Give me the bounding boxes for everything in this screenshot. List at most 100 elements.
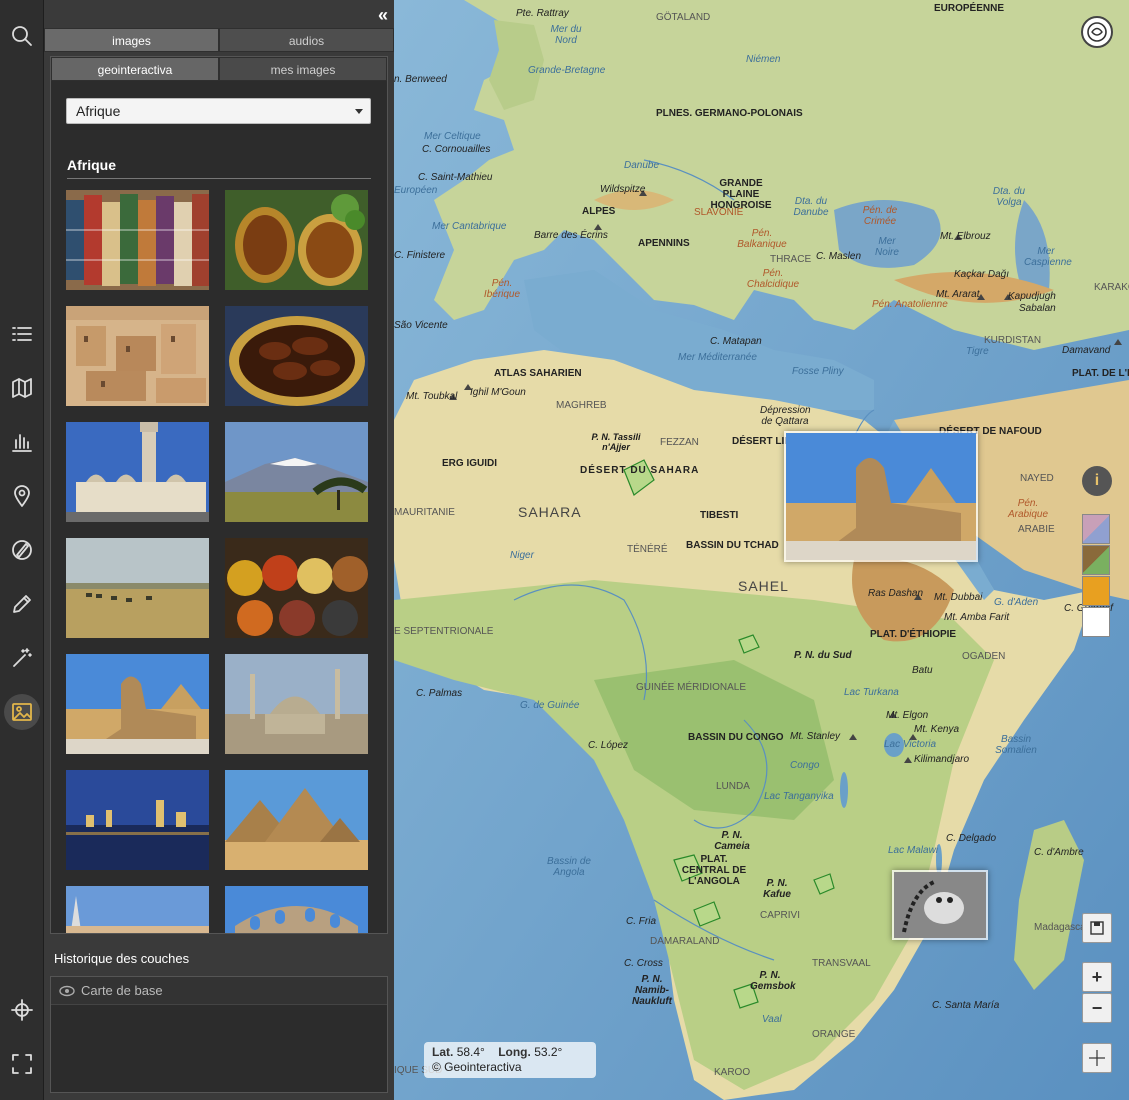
north-compass-button[interactable] [1081,16,1113,48]
info-button[interactable]: i [1082,466,1112,496]
map-label: THRACE [770,254,812,265]
map-label: C. Cross [624,958,663,969]
compass-icon [1087,22,1107,42]
map-label: n. Benweed [394,74,447,85]
fullscreen-icon[interactable] [4,1046,40,1082]
map-label: Mt. Dubbai [934,592,983,603]
map-label: Tigre [966,346,989,357]
map-label: PLAT. D'ÉTHIOPIE [870,629,957,640]
map-label: Pén. Anatolienne [872,299,948,310]
map-label: TÉNÉRÉ [627,544,668,555]
map-label: São Vicente [394,320,448,331]
map-label: Sabalan [1019,303,1056,314]
map-label: ATLAS SAHARIEN [494,368,582,379]
map-label: Mer Noire [875,236,899,258]
thumbnail-kasbah[interactable] [66,306,209,406]
map-label: SAHARA [518,504,582,520]
map-label: Danube [624,160,660,171]
map-label: ARABIE [1018,524,1055,535]
image-icon[interactable] [4,694,40,730]
crosshair-icon [1089,1050,1105,1066]
map-icon[interactable] [4,370,40,406]
zoom-in-button[interactable]: + [1082,962,1112,992]
crosshair-icon[interactable] [4,992,40,1028]
map-label: MAGHREB [556,400,607,411]
layer-swatch-blank[interactable] [1082,607,1110,637]
map-label: Pén. Ibérique [483,278,521,300]
map-label: C. Saint-Mathieu [418,172,493,183]
save-button[interactable] [1082,913,1112,943]
map-view[interactable]: EUROPÉENNE GÖTALAND Pte. Rattray Mer du … [394,0,1129,1100]
zoom-out-button[interactable]: − [1082,993,1112,1023]
caret-down-icon [355,109,363,114]
collapse-panel-button[interactable]: « [378,4,388,26]
map-label: Ras Dashan [868,588,924,599]
list-icon[interactable] [4,316,40,352]
map-label: G. d'Aden [994,597,1039,608]
thumbnail-savanna[interactable] [66,538,209,638]
tab-geointeractiva[interactable]: geointeractiva [51,57,219,81]
info-icon: i [1094,472,1100,489]
map-photo-sphinx[interactable] [784,431,978,562]
chart-icon[interactable] [4,424,40,460]
compass-draw-icon[interactable] [4,532,40,568]
map-label: P. N. Tassili n'Ajjer [591,432,641,452]
map-label: Kapudjugh [1008,291,1056,302]
map-label: Kaçkar Dağı [954,269,1010,280]
thumbnail-night-city[interactable] [66,770,209,870]
map-label: Européen [394,185,438,196]
map-label: C. Cornouailles [422,144,491,155]
region-select[interactable]: Afrique [66,98,371,124]
map-label: P. N. Kafue [763,878,791,900]
pencil-icon[interactable] [4,586,40,622]
map-label: G. de Guinée [520,700,580,711]
source-tabs: geointeractiva mes images [51,57,387,81]
locate-button[interactable] [1082,1043,1112,1073]
tab-audios[interactable]: audios [219,28,394,52]
thumbnail-hassan-mosque[interactable] [66,422,209,522]
map-label: Pén. Chalcidique [746,268,800,290]
map-label: Grande-Bretagne [528,65,606,76]
map-label: Bassin de Angola [547,856,591,878]
map-label: KARAKO [1094,282,1129,293]
map-label: Fosse Pliny [792,366,844,377]
layer-swatch-political[interactable] [1082,514,1110,544]
map-photo-lemur[interactable] [892,870,988,940]
layer-swatch-physical[interactable] [1082,545,1110,575]
search-icon[interactable] [4,18,40,54]
map-label: Vaal [762,1014,782,1025]
map-label: Lac Turkana [844,687,899,698]
map-label: Dta. du Danube [793,196,829,218]
eye-icon[interactable] [59,985,75,997]
map-label: APENNINS [638,238,690,249]
tab-images[interactable]: images [44,28,219,52]
map-label: ERG IGUIDI [442,458,498,469]
thumbnail-amphitheatre[interactable] [225,886,368,933]
tab-mes-images[interactable]: mes images [219,57,387,81]
map-label: PLAT. CENTRAL DE L'ANGOLA [681,854,747,887]
save-icon [1090,921,1104,935]
thumbnail-carpets[interactable] [66,190,209,290]
map-label: Dta. du Volga [992,186,1026,208]
pin-icon[interactable] [4,478,40,514]
map-label: Congo [790,760,820,771]
thumbnail-dates[interactable] [225,306,368,406]
map-label: PLNES. GERMANO-POLONAIS [656,108,803,119]
thumbnail-kilimanjaro[interactable] [225,422,368,522]
layer-history: Carte de base [50,976,388,1093]
layer-swatch-overlay[interactable] [1082,576,1110,606]
map-label: Pén. Balkanique [737,228,787,250]
thumbnail-cairo-mosques[interactable] [225,654,368,754]
map-label: Mt. Amba Farit [944,612,1010,623]
thumbnail-pyramids[interactable] [225,770,368,870]
map-label: Bassin Somalien [995,734,1037,756]
thumbnail-spices[interactable] [225,538,368,638]
thumbnail-ruins[interactable] [66,886,209,933]
map-label: EUROPÉENNE [934,3,1005,14]
thumbnail-sphinx[interactable] [66,654,209,754]
thumbnail-mint-tea[interactable] [225,190,368,290]
map-label: LUNDA [716,781,750,792]
layer-row[interactable]: Carte de base [51,977,387,1005]
magic-wand-icon[interactable] [4,640,40,676]
map-label: Mer Cantabrique [432,221,507,232]
